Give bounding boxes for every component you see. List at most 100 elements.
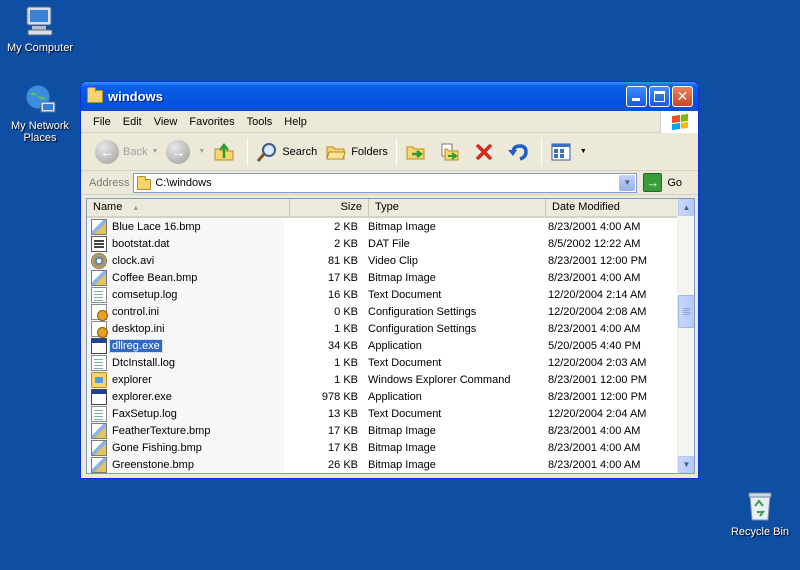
file-name: Coffee Bean.bmp bbox=[112, 271, 198, 284]
desktop-icon-my-computer[interactable]: My Computer bbox=[0, 4, 80, 54]
file-row[interactable]: Blue Lace 16.bmp 2 KB Bitmap Image 8/23/200… bbox=[87, 218, 677, 235]
desktop-icon-label: Recycle Bin bbox=[730, 526, 790, 538]
file-date-modified: 8/23/2001 4:00 AM bbox=[548, 424, 641, 437]
file-row[interactable]: FaxSetup.log 13 KB Text Document 12/20/2004… bbox=[87, 405, 677, 422]
desktop-icon-my-network-places[interactable]: My Network Places bbox=[0, 82, 80, 144]
file-size: 17 KB bbox=[328, 271, 358, 284]
file-size: 16 KB bbox=[328, 288, 358, 301]
txt-file-icon bbox=[91, 405, 107, 422]
txt-file-icon bbox=[91, 354, 107, 371]
column-header-type[interactable]: Type bbox=[369, 199, 546, 216]
file-row[interactable]: clock.avi 81 KB Video Clip 8/23/2001 12:00 … bbox=[87, 252, 677, 269]
file-date-modified: 8/23/2001 4:00 AM bbox=[548, 220, 641, 233]
file-name-cell: bootstat.dat bbox=[87, 235, 284, 252]
file-name: Gone Fishing.bmp bbox=[112, 441, 202, 454]
search-button[interactable]: Search bbox=[252, 137, 321, 167]
maximize-icon bbox=[654, 91, 665, 102]
file-size: 0 KB bbox=[334, 305, 358, 318]
undo-button[interactable] bbox=[503, 137, 537, 167]
go-label: Go bbox=[667, 176, 683, 189]
scroll-thumb[interactable] bbox=[678, 295, 694, 328]
folders-icon bbox=[325, 141, 347, 163]
file-type: Application bbox=[368, 390, 422, 403]
file-date-modified: 12/20/2004 2:03 AM bbox=[548, 356, 647, 369]
file-row[interactable]: dllreg.exe 34 KB Application 5/20/2005 4:40… bbox=[87, 337, 677, 354]
file-row[interactable]: explorer.exe 978 KB Application 8/23/2001 1… bbox=[87, 388, 677, 405]
minimize-button[interactable] bbox=[626, 86, 647, 107]
file-date-modified: 8/23/2001 4:00 AM bbox=[548, 322, 641, 335]
file-row[interactable]: Coffee Bean.bmp 17 KB Bitmap Image 8/23/200… bbox=[87, 269, 677, 286]
close-button[interactable]: ✕ bbox=[672, 86, 693, 107]
search-label: Search bbox=[282, 145, 318, 158]
menu-favorites[interactable]: Favorites bbox=[183, 114, 240, 130]
bmp-file-icon bbox=[91, 218, 107, 235]
txt-file-icon bbox=[91, 286, 107, 303]
file-row[interactable]: comsetup.log 16 KB Text Document 12/20/2004… bbox=[87, 286, 677, 303]
address-dropdown-button[interactable]: ▼ bbox=[619, 174, 636, 191]
column-headers: Name ▲ Size Type Date Modified bbox=[87, 199, 694, 218]
file-type: Configuration Settings bbox=[368, 322, 477, 335]
folders-label: Folders bbox=[351, 145, 388, 158]
bmp-file-icon bbox=[91, 439, 107, 456]
file-name: Greenstone.bmp bbox=[112, 458, 194, 471]
column-header-size[interactable]: Size bbox=[290, 199, 369, 216]
menu-tools[interactable]: Tools bbox=[241, 114, 279, 130]
desktop-icon-recycle-bin[interactable]: Recycle Bin bbox=[720, 488, 800, 538]
address-label: Address bbox=[89, 176, 130, 189]
menu-help[interactable]: Help bbox=[278, 114, 313, 130]
file-date-modified: 8/5/2002 12:22 AM bbox=[548, 237, 641, 250]
column-header-label: Name bbox=[93, 201, 123, 213]
file-name: control.ini bbox=[112, 305, 160, 318]
file-name: explorer.exe bbox=[112, 390, 172, 403]
chevron-down-icon[interactable]: ▼ bbox=[198, 148, 205, 155]
recycle-bin-icon bbox=[743, 488, 777, 522]
folder-icon bbox=[137, 175, 152, 190]
file-name-cell: FeatherTexture.bmp bbox=[87, 422, 284, 439]
maximize-button[interactable] bbox=[649, 86, 670, 107]
column-header-label: Type bbox=[375, 201, 399, 213]
go-button[interactable]: → Go bbox=[643, 173, 682, 192]
file-type: Bitmap Image bbox=[368, 424, 436, 437]
chevron-down-icon[interactable]: ▼ bbox=[580, 148, 587, 155]
bmp-file-icon bbox=[91, 456, 107, 473]
file-type: Configuration Settings bbox=[368, 305, 477, 318]
delete-icon bbox=[473, 141, 495, 163]
scroll-down-button[interactable]: ▼ bbox=[678, 456, 694, 473]
address-input[interactable]: C:\windows ▼ bbox=[133, 172, 638, 193]
file-name-cell: FaxSetup.log bbox=[87, 405, 284, 422]
views-button[interactable]: ▼ bbox=[546, 137, 591, 167]
forward-button[interactable]: → ▼ bbox=[162, 137, 209, 167]
file-name: FaxSetup.log bbox=[112, 407, 177, 420]
column-header-name[interactable]: Name ▲ bbox=[87, 199, 290, 216]
file-row[interactable]: Gone Fishing.bmp 17 KB Bitmap Image 8/23/20… bbox=[87, 439, 677, 456]
menu-edit[interactable]: Edit bbox=[117, 114, 148, 130]
title-bar[interactable]: windows ✕ bbox=[81, 82, 698, 111]
column-header-date-modified[interactable]: Date Modified bbox=[546, 199, 679, 216]
file-row[interactable]: explorer 1 KB Windows Explorer Command 8/23… bbox=[87, 371, 677, 388]
file-row[interactable]: FeatherTexture.bmp 17 KB Bitmap Image 8/23/… bbox=[87, 422, 677, 439]
file-name: explorer bbox=[112, 373, 152, 386]
file-row[interactable]: control.ini 0 KB Configuration Settings 12/… bbox=[87, 303, 677, 321]
file-row[interactable]: bootstat.dat 2 KB DAT File 8/5/2002 12:22 A… bbox=[87, 235, 677, 252]
back-label: Back bbox=[123, 145, 148, 158]
file-row[interactable]: DtcInstall.log 1 KB Text Document 12/20/200… bbox=[87, 354, 677, 371]
back-button[interactable]: ← Back ▼ bbox=[91, 137, 162, 167]
chevron-down-icon[interactable]: ▼ bbox=[151, 148, 158, 155]
file-list: Name ▲ Size Type Date Modified Blue Lace … bbox=[86, 198, 695, 474]
copy-to-icon bbox=[439, 141, 461, 163]
vertical-scrollbar[interactable]: ▲ ▼ bbox=[677, 199, 694, 473]
file-row[interactable]: Greenstone.bmp 26 KB Bitmap Image 8/23/2001… bbox=[87, 456, 677, 473]
file-row[interactable]: desktop.ini 1 KB Configuration Settings 8/2… bbox=[87, 320, 677, 338]
up-folder-button[interactable] bbox=[209, 137, 243, 167]
move-to-button[interactable] bbox=[401, 137, 435, 167]
menu-view[interactable]: View bbox=[148, 114, 184, 130]
file-name-cell: comsetup.log bbox=[87, 286, 284, 303]
delete-button[interactable] bbox=[469, 137, 503, 167]
toolbar-separator bbox=[540, 137, 542, 166]
menu-file[interactable]: File bbox=[87, 114, 117, 130]
folders-button[interactable]: Folders bbox=[321, 137, 392, 167]
scroll-up-button[interactable]: ▲ bbox=[678, 199, 694, 216]
file-date-modified: 12/20/2004 2:04 AM bbox=[548, 407, 647, 420]
copy-to-button[interactable] bbox=[435, 137, 469, 167]
scf-file-icon bbox=[91, 371, 107, 388]
